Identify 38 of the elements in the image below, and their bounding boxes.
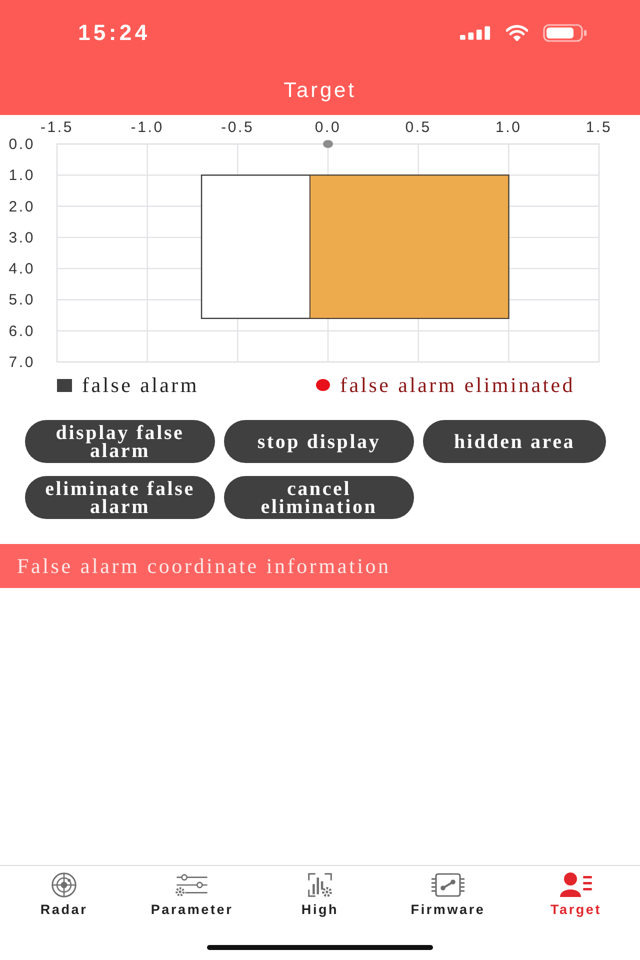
action-button[interactable]: stop display [224,420,414,463]
nav-tab[interactable]: High [256,866,384,925]
nav-tab[interactable]: Radar [0,866,128,925]
legend-label: false alarm eliminated [340,372,575,398]
x-tick-label: 1.5 [586,119,612,136]
y-tick-label: 5.0 [8,292,35,309]
y-tick-label: 0.0 [8,136,35,153]
action-button[interactable]: eliminate false alarm [25,476,215,519]
nav-tab[interactable]: Firmware [384,866,512,925]
x-tick-label: -1.5 [40,119,74,136]
signal-icon [460,26,491,40]
action-button[interactable]: display false alarm [25,420,215,463]
nav-tab[interactable]: Parameter [128,866,256,925]
x-tick-label: -0.5 [221,119,254,136]
user-list-icon [559,872,593,898]
sliders-icon [175,872,209,898]
status-time: 15:24 [78,20,150,46]
y-tick-label: 6.0 [8,322,35,340]
chart-gear-icon [307,872,333,898]
x-tick-label: 0.0 [314,119,342,136]
legend-label: false alarm [82,372,199,398]
y-tick-label: 7.0 [8,354,35,371]
x-tick-label: -1.0 [130,119,164,136]
x-tick-label: 1.0 [496,119,522,136]
radar-icon [51,872,77,898]
y-tick-label: 2.0 [8,198,35,216]
action-button[interactable]: cancel elimination [224,476,414,519]
nav-tab[interactable]: Target [512,866,640,925]
battery-icon [543,24,587,42]
wifi-icon [506,25,528,41]
page-title: Target [284,78,356,102]
action-button[interactable]: hidden area [423,420,606,463]
x-tick-label: 0.5 [405,119,432,136]
y-tick-label: 3.0 [8,229,35,246]
section-header: False alarm coordinate information [0,544,640,588]
y-tick-label: 1.0 [8,167,35,184]
y-tick-label: 4.0 [8,260,35,278]
circuit-board-icon [431,872,465,898]
